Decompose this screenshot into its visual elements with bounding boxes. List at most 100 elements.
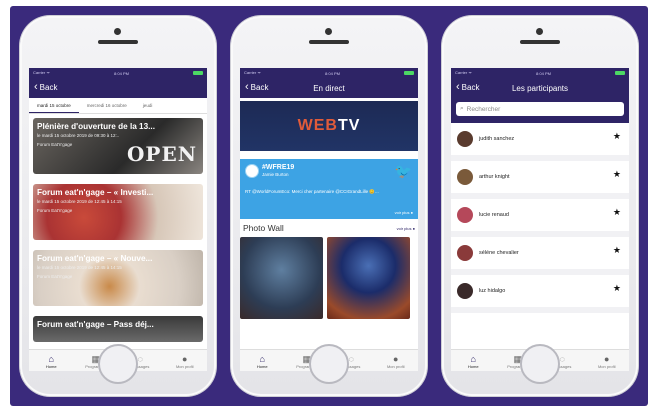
chevron-left-icon: ‹ (34, 81, 38, 93)
tab-profile[interactable]: ● Mon profil (376, 354, 416, 369)
tab-label: Home (256, 364, 268, 369)
photowall-header: Photo Wall voir plus ● (240, 219, 418, 237)
back-button[interactable]: ‹ Back (456, 82, 479, 93)
tab-label: Home (45, 364, 57, 369)
session-card[interactable]: Forum eat'n'gage – « Investi... le mardi… (33, 184, 203, 240)
participant-name: lucie renaud (479, 212, 509, 218)
photowall-title: Photo Wall (243, 223, 284, 233)
header-area: ‹ Back Les participants ⌕ Rechercher (451, 78, 629, 123)
participant-row[interactable]: séléne chevalier ★ (451, 237, 629, 275)
home-hardware-button[interactable] (520, 344, 560, 384)
phone-programme: Carrier ᯤ 8:04 PM ‹ Back mardi 15 octobr… (20, 16, 216, 396)
time-label: 8:04 PM (114, 70, 129, 76)
home-icon: ⌂ (259, 354, 265, 364)
page-title: Les participants (511, 83, 569, 93)
screen-en-direct: Carrier ᯤ 8:04 PM ‹ Back En direct WEB T… (240, 68, 418, 371)
participant-name: arthur knight (479, 174, 510, 180)
status-bar: Carrier ᯤ 8:04 PM (240, 68, 418, 78)
chevron-left-icon: ‹ (245, 81, 249, 93)
status-bar: Carrier ᯤ 8:04 PM (451, 68, 629, 78)
star-icon[interactable]: ★ (613, 169, 621, 180)
participant-row[interactable]: judith sanchez ★ (451, 123, 629, 161)
camera (114, 28, 121, 35)
session-title: Forum eat'n'gage – Pass déj... (37, 320, 154, 329)
participant-row[interactable]: arthur knight ★ (451, 161, 629, 199)
participant-row[interactable]: luz hidalgo ★ (451, 275, 629, 313)
tweet-card[interactable]: #WFRE19 Jamie Burton 🐦 RT @WorldForumEco… (240, 159, 418, 219)
tweet-hashtag: #WFRE19 (262, 164, 295, 171)
speaker (98, 40, 138, 44)
navbar: ‹ Back En direct (240, 78, 418, 98)
photo-thumbnail[interactable] (240, 237, 323, 319)
participant-name: judith sanchez (479, 136, 515, 142)
tab-home[interactable]: ⌂ Home (31, 354, 71, 369)
avatar (457, 207, 473, 223)
session-title: Plénière d'ouverture de la 13... (37, 122, 155, 131)
screen-programme: Carrier ᯤ 8:04 PM ‹ Back mardi 15 octobr… (29, 68, 207, 371)
tweet-text: RT @WorldForumEco: Merci cher partenaire… (245, 189, 379, 194)
home-hardware-button[interactable] (98, 344, 138, 384)
tab-day-2[interactable]: mercredi 16 octobre (79, 98, 135, 113)
session-date: le mardi 15 octobre 2019 de 12:45 à 14:1… (37, 199, 122, 204)
photowall-grid (240, 237, 418, 319)
chat-icon: ◌ (137, 354, 143, 364)
home-hardware-button[interactable] (309, 344, 349, 384)
speaker (309, 40, 349, 44)
battery-icon (615, 71, 625, 75)
carrier-label: Carrier ᯤ (455, 70, 472, 75)
page-title: En direct (313, 83, 345, 93)
search-input[interactable]: ⌕ Rechercher (456, 102, 624, 116)
avatar (457, 245, 473, 261)
time-label: 8:04 PM (325, 70, 340, 76)
star-icon[interactable]: ★ (613, 207, 621, 218)
profile-icon: ● (604, 354, 610, 364)
phone-en-direct: Carrier ᯤ 8:04 PM ‹ Back En direct WEB T… (231, 16, 427, 396)
avatar (457, 283, 473, 299)
webtv-tv: TV (337, 117, 361, 134)
tab-label: Mon profil (597, 364, 616, 369)
back-button[interactable]: ‹ Back (34, 81, 57, 93)
tweet-avatar (245, 164, 259, 178)
session-date: le mardi 15 octobre 2019 de 09:30 à 12:.… (37, 133, 120, 138)
open-sign: OPEN (127, 142, 197, 166)
profile-icon: ● (182, 354, 188, 364)
phone-participants: Carrier ᯤ 8:04 PM ‹ Back Les participant… (442, 16, 638, 396)
webtv-banner[interactable]: WEB TV (240, 101, 418, 151)
photo-thumbnail[interactable] (327, 237, 410, 319)
avatar (457, 169, 473, 185)
tab-day-1[interactable]: mardi 15 octobre (29, 98, 79, 113)
carrier-label: Carrier ᯤ (33, 70, 50, 75)
session-date: le mardi 15 octobre 2019 de 12:45 à 14:1… (37, 265, 122, 270)
session-location: Forum Eat'n'gage (37, 208, 73, 213)
battery-icon (404, 71, 414, 75)
tab-home[interactable]: ⌂ Home (453, 354, 493, 369)
tab-day-3[interactable]: jeudi (135, 98, 161, 113)
tab-label: Home (467, 364, 479, 369)
participant-name: séléne chevalier (479, 250, 519, 256)
participant-name: luz hidalgo (479, 288, 506, 294)
camera (325, 28, 332, 35)
tab-profile[interactable]: ● Mon profil (587, 354, 627, 369)
status-bar: Carrier ᯤ 8:04 PM (29, 68, 207, 78)
twitter-icon: 🐦 (394, 163, 412, 179)
time-label: 8:04 PM (536, 70, 551, 76)
speaker (520, 40, 560, 44)
navbar: ‹ Back Les participants (451, 78, 629, 98)
tweet-more-link[interactable]: voir plus ● (395, 210, 413, 215)
tab-home[interactable]: ⌂ Home (242, 354, 282, 369)
back-label: Back (250, 82, 269, 92)
star-icon[interactable]: ★ (613, 245, 621, 256)
session-card[interactable]: Forum eat'n'gage – « Nouve... le mardi 1… (33, 250, 203, 306)
participant-list: judith sanchez ★ arthur knight ★ lucie r… (451, 123, 629, 313)
session-card[interactable]: OPEN Plénière d'ouverture de la 13... le… (33, 118, 203, 174)
star-icon[interactable]: ★ (613, 131, 621, 142)
participant-row[interactable]: lucie renaud ★ (451, 199, 629, 237)
photowall-more-link[interactable]: voir plus ● (397, 226, 415, 231)
home-icon: ⌂ (470, 354, 476, 364)
profile-icon: ● (393, 354, 399, 364)
tab-profile[interactable]: ● Mon profil (165, 354, 205, 369)
session-list: OPEN Plénière d'ouverture de la 13... le… (29, 114, 207, 342)
star-icon[interactable]: ★ (613, 283, 621, 294)
session-card[interactable]: Forum eat'n'gage – Pass déj... (33, 316, 203, 342)
back-button[interactable]: ‹ Back (245, 81, 269, 93)
